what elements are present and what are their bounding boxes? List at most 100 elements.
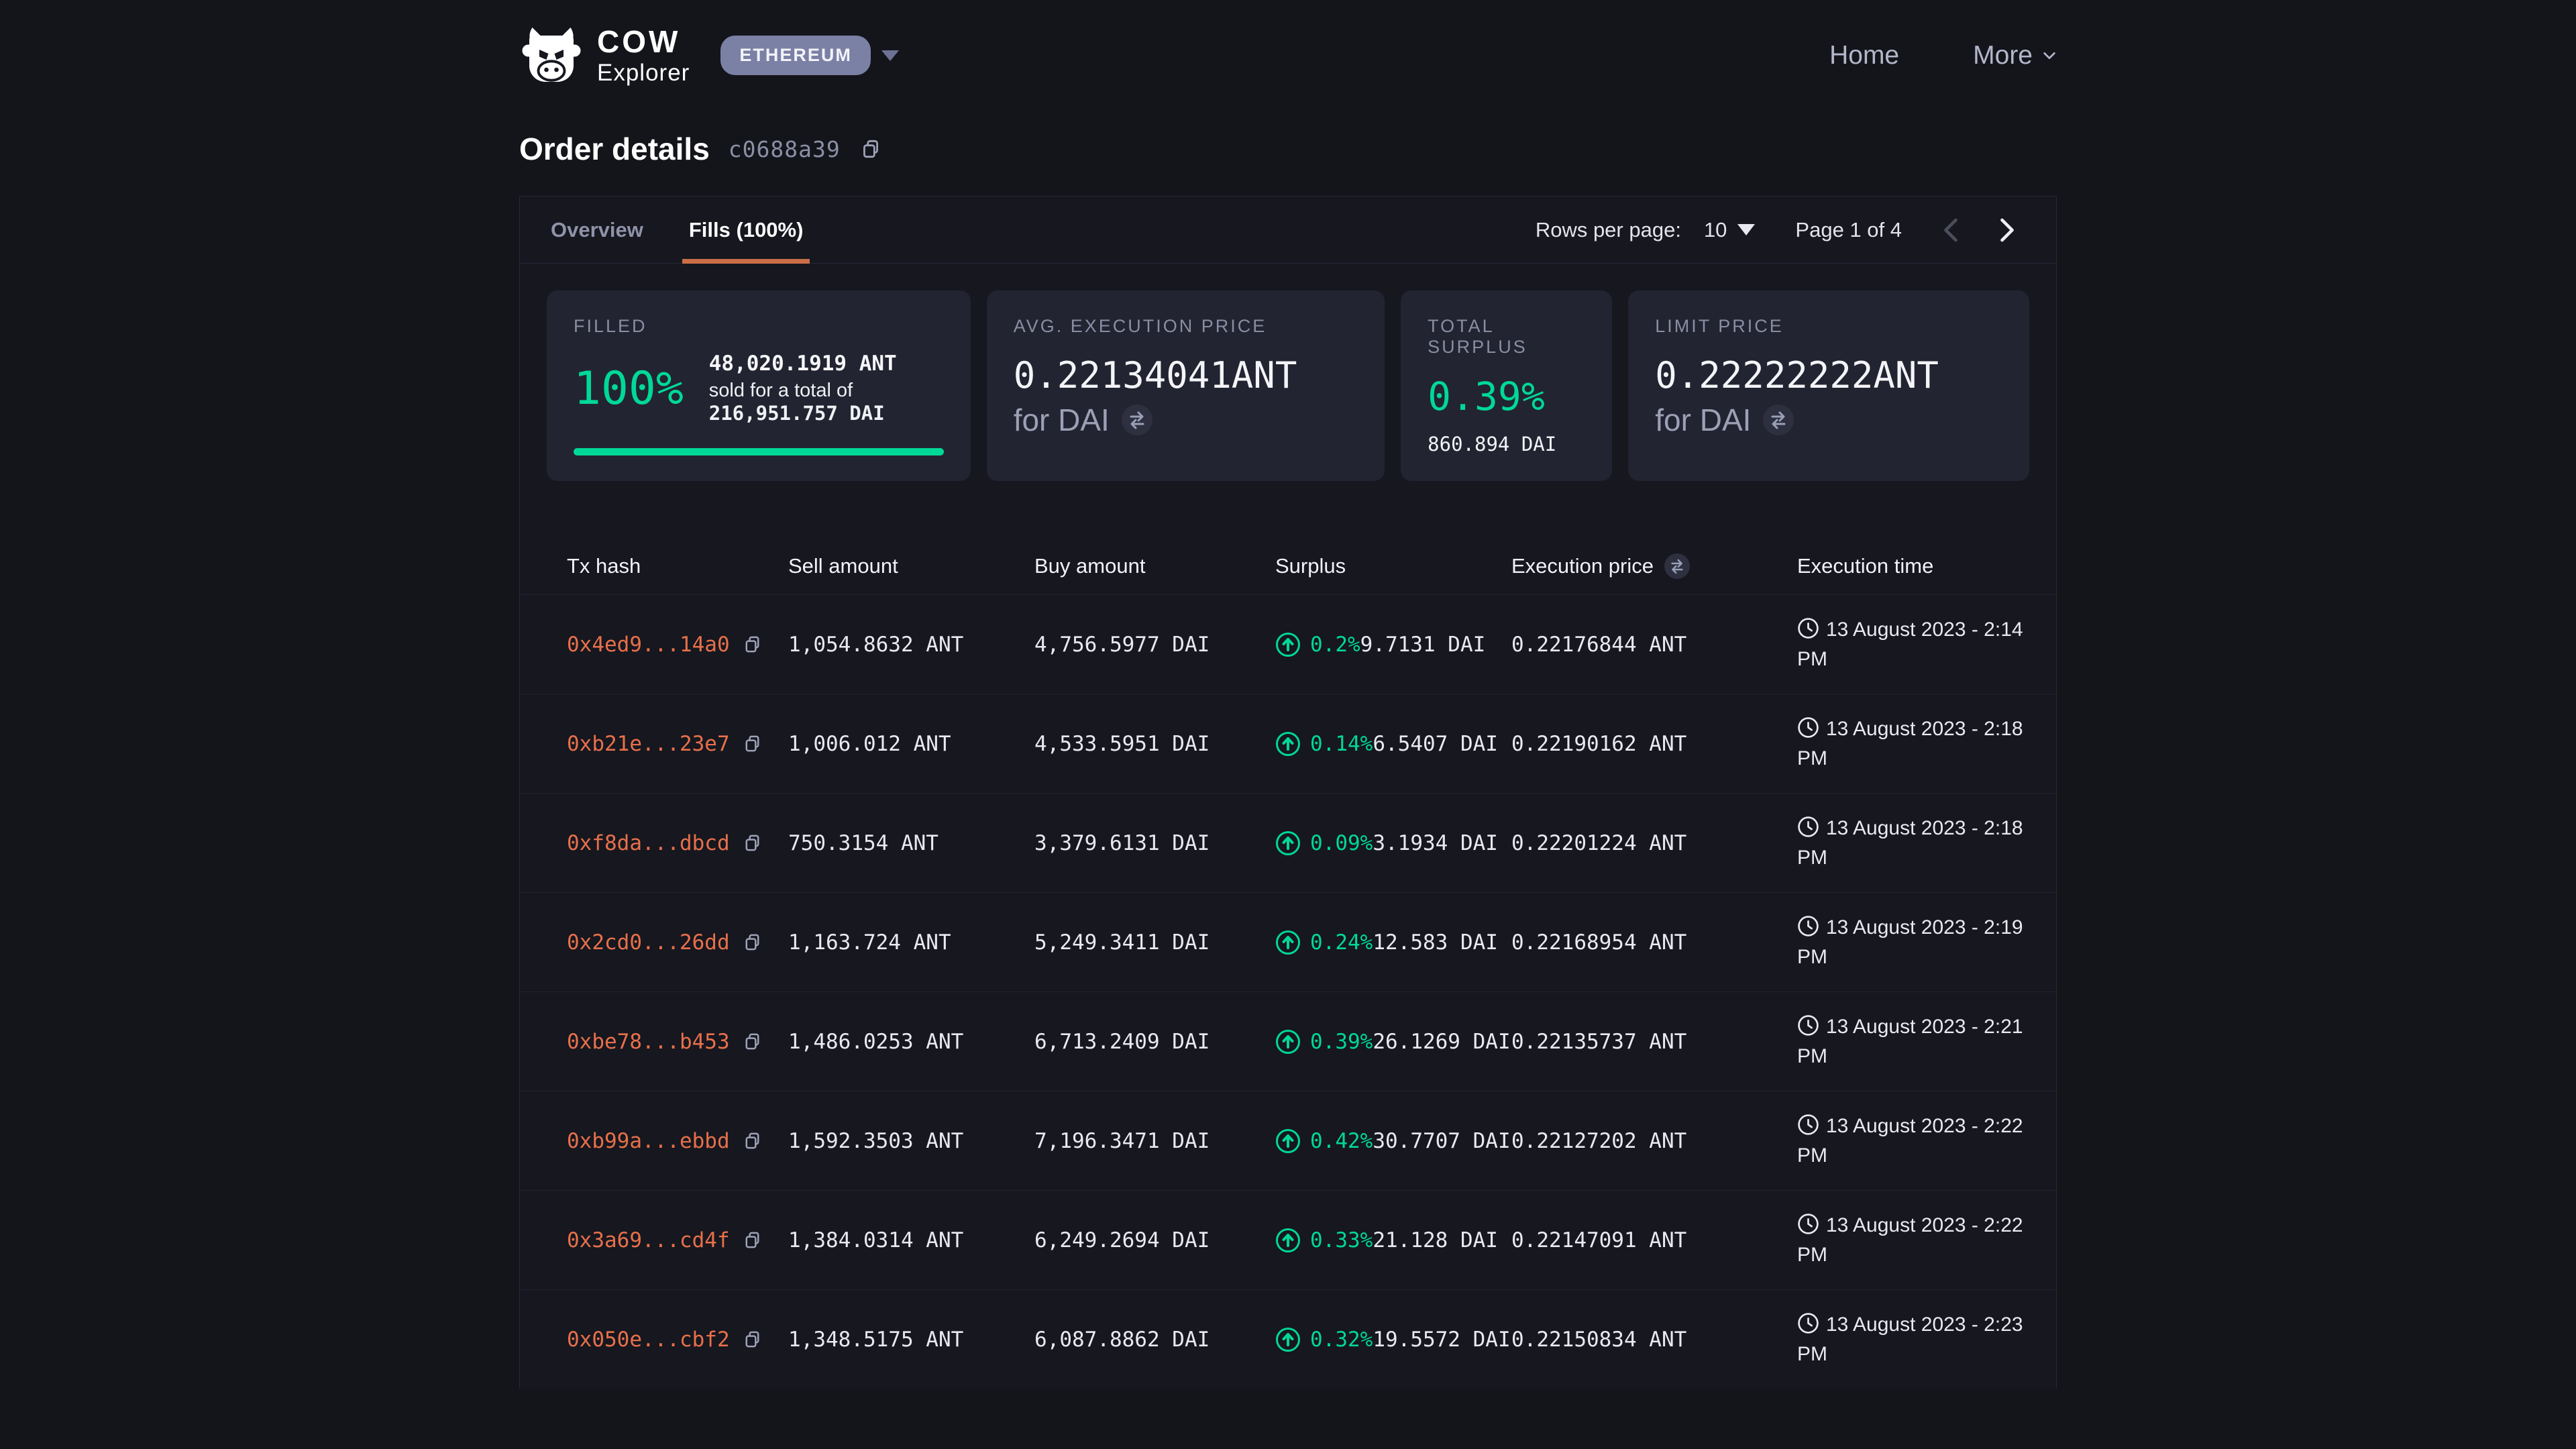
table-row: 0xb99a...ebbd 1,592.3503 ANT 7,196.3471 … — [520, 1091, 2056, 1191]
table-row: 0x3a69...cd4f 1,384.0314 ANT 6,249.2694 … — [520, 1191, 2056, 1290]
cow-explorer-logo[interactable]: COW Explorer — [519, 23, 690, 88]
execution-price: 0.22168954 ANT — [1511, 930, 1797, 955]
filled-sold-total: sold for a total of 216,951.757 DAI — [709, 380, 944, 425]
table-row: 0x4ed9...14a0 1,054.8632 ANT 4,756.5977 … — [520, 595, 2056, 694]
tx-hash-link[interactable]: 0x2cd0...26dd — [567, 930, 730, 955]
clock-icon — [1797, 1014, 1819, 1036]
surplus-amount: 9.7131 DAI — [1360, 633, 1486, 657]
fills-table-body: 0x4ed9...14a0 1,054.8632 ANT 4,756.5977 … — [520, 595, 2056, 1389]
swap-icon[interactable] — [1122, 405, 1152, 435]
filled-card: FILLED 100% 48,020.1919 ANT sold for a t… — [547, 290, 971, 481]
surplus-cell: 0.24% 12.583 DAI — [1275, 930, 1511, 955]
copy-icon[interactable] — [742, 1031, 763, 1052]
copy-icon[interactable] — [859, 138, 882, 160]
copy-icon[interactable] — [742, 833, 763, 853]
table-row: 0xf8da...dbcd 750.3154 ANT 3,379.6131 DA… — [520, 794, 2056, 893]
clock-icon — [1797, 1114, 1819, 1136]
surplus-percent: 0.32% — [1310, 1328, 1373, 1352]
avg-execution-price-label: AVG. EXECUTION PRICE — [1014, 316, 1358, 337]
avg-execution-price-unit: for DAI — [1014, 402, 1110, 438]
buy-amount: 6,249.2694 DAI — [1034, 1228, 1275, 1252]
tx-hash-link[interactable]: 0xf8da...dbcd — [567, 831, 730, 855]
tx-hash-link[interactable]: 0xbe78...b453 — [567, 1030, 730, 1054]
execution-time: 13 August 2023 - 2:18 PM — [1797, 814, 2029, 872]
rows-per-page-select[interactable]: 10 — [1704, 218, 1755, 242]
surplus-percent: 0.42% — [1310, 1129, 1373, 1153]
summary-cards: FILLED 100% 48,020.1919 ANT sold for a t… — [520, 264, 2056, 508]
execution-price: 0.22127202 ANT — [1511, 1129, 1797, 1153]
copy-icon[interactable] — [742, 733, 763, 754]
surplus-percent: 0.39% — [1310, 1030, 1373, 1054]
nav-more[interactable]: More — [1973, 41, 2057, 70]
filled-percent: 100% — [574, 362, 684, 415]
copy-icon[interactable] — [742, 932, 763, 953]
surplus-amount: 12.583 DAI — [1373, 930, 1498, 955]
buy-amount: 6,087.8862 DAI — [1034, 1328, 1275, 1352]
table-row: 0xb21e...23e7 1,006.012 ANT 4,533.5951 D… — [520, 694, 2056, 794]
surplus-amount: 30.7707 DAI — [1373, 1129, 1510, 1153]
fills-table-header: Tx hash Sell amount Buy amount Surplus E… — [520, 537, 2056, 595]
sell-amount: 1,054.8632 ANT — [788, 633, 1034, 657]
avg-execution-price-card: AVG. EXECUTION PRICE 0.22134041ANT for D… — [987, 290, 1385, 481]
tab-overview[interactable]: Overview — [544, 197, 650, 263]
previous-page-button[interactable] — [1934, 215, 1968, 245]
buy-amount: 4,756.5977 DAI — [1034, 633, 1275, 657]
avg-execution-price-value: 0.22134041ANT — [1014, 354, 1358, 398]
chevron-down-icon — [881, 50, 899, 61]
arrow-up-circle-icon — [1275, 731, 1301, 757]
column-execution-price: Execution price — [1511, 553, 1797, 579]
surplus-cell: 0.14% 6.5407 DAI — [1275, 731, 1511, 757]
arrow-up-circle-icon — [1275, 1128, 1301, 1154]
tx-hash-link[interactable]: 0xb21e...23e7 — [567, 732, 730, 756]
surplus-cell: 0.33% 21.128 DAI — [1275, 1228, 1511, 1253]
copy-icon[interactable] — [742, 1329, 763, 1350]
execution-time: 13 August 2023 - 2:19 PM — [1797, 913, 2029, 971]
tx-hash-link[interactable]: 0x4ed9...14a0 — [567, 633, 730, 657]
pagination: Rows per page: 10 Page 1 of 4 — [1536, 197, 2024, 263]
total-surplus-percent: 0.39% — [1428, 374, 1585, 419]
clock-icon — [1797, 816, 1819, 838]
tx-hash-link[interactable]: 0xb99a...ebbd — [567, 1129, 730, 1153]
page-title: Order details — [519, 131, 710, 167]
nav-home[interactable]: Home — [1829, 41, 1899, 70]
fills-table: Tx hash Sell amount Buy amount Surplus E… — [520, 537, 2056, 1389]
order-details-panel: Overview Fills (100%) Rows per page: 10 … — [519, 196, 2057, 1389]
tx-hash-link[interactable]: 0x3a69...cd4f — [567, 1228, 730, 1252]
execution-price: 0.22201224 ANT — [1511, 831, 1797, 855]
tx-hash-link[interactable]: 0x050e...cbf2 — [567, 1328, 730, 1352]
execution-price: 0.22150834 ANT — [1511, 1328, 1797, 1352]
sell-amount: 1,348.5175 ANT — [788, 1328, 1034, 1352]
surplus-amount: 6.5407 DAI — [1373, 732, 1498, 756]
filled-amount: 48,020.1919 ANT — [709, 352, 944, 376]
arrow-up-circle-icon — [1275, 830, 1301, 856]
arrow-up-circle-icon — [1275, 1327, 1301, 1352]
tab-fills[interactable]: Fills (100%) — [682, 197, 810, 263]
copy-icon[interactable] — [742, 634, 763, 655]
total-surplus-label: TOTAL SURPLUS — [1428, 316, 1585, 358]
limit-price-card: LIMIT PRICE 0.22222222ANT for DAI — [1628, 290, 2029, 481]
network-selector[interactable]: ETHEREUM — [720, 36, 899, 75]
network-badge[interactable]: ETHEREUM — [720, 36, 871, 75]
limit-price-value: 0.22222222ANT — [1655, 354, 2002, 398]
surplus-percent: 0.14% — [1310, 732, 1373, 756]
surplus-percent: 0.2% — [1310, 633, 1360, 657]
arrow-up-circle-icon — [1275, 632, 1301, 657]
next-page-button[interactable] — [1990, 215, 2024, 245]
copy-icon[interactable] — [742, 1130, 763, 1151]
surplus-cell: 0.2% 9.7131 DAI — [1275, 632, 1511, 657]
surplus-cell: 0.42% 30.7707 DAI — [1275, 1128, 1511, 1154]
clock-icon — [1797, 915, 1819, 937]
limit-price-label: LIMIT PRICE — [1655, 316, 2002, 337]
sell-amount: 1,006.012 ANT — [788, 732, 1034, 756]
tabs: Overview Fills (100%) — [544, 197, 810, 263]
execution-price: 0.22176844 ANT — [1511, 633, 1797, 657]
swap-icon[interactable] — [1664, 553, 1690, 579]
copy-icon[interactable] — [742, 1230, 763, 1250]
logo-subtitle-text: Explorer — [597, 61, 690, 85]
buy-amount: 3,379.6131 DAI — [1034, 831, 1275, 855]
buy-amount: 7,196.3471 DAI — [1034, 1129, 1275, 1153]
swap-icon[interactable] — [1763, 405, 1794, 435]
filled-label: FILLED — [574, 316, 944, 337]
column-surplus: Surplus — [1275, 554, 1511, 578]
surplus-cell: 0.09% 3.1934 DAI — [1275, 830, 1511, 856]
